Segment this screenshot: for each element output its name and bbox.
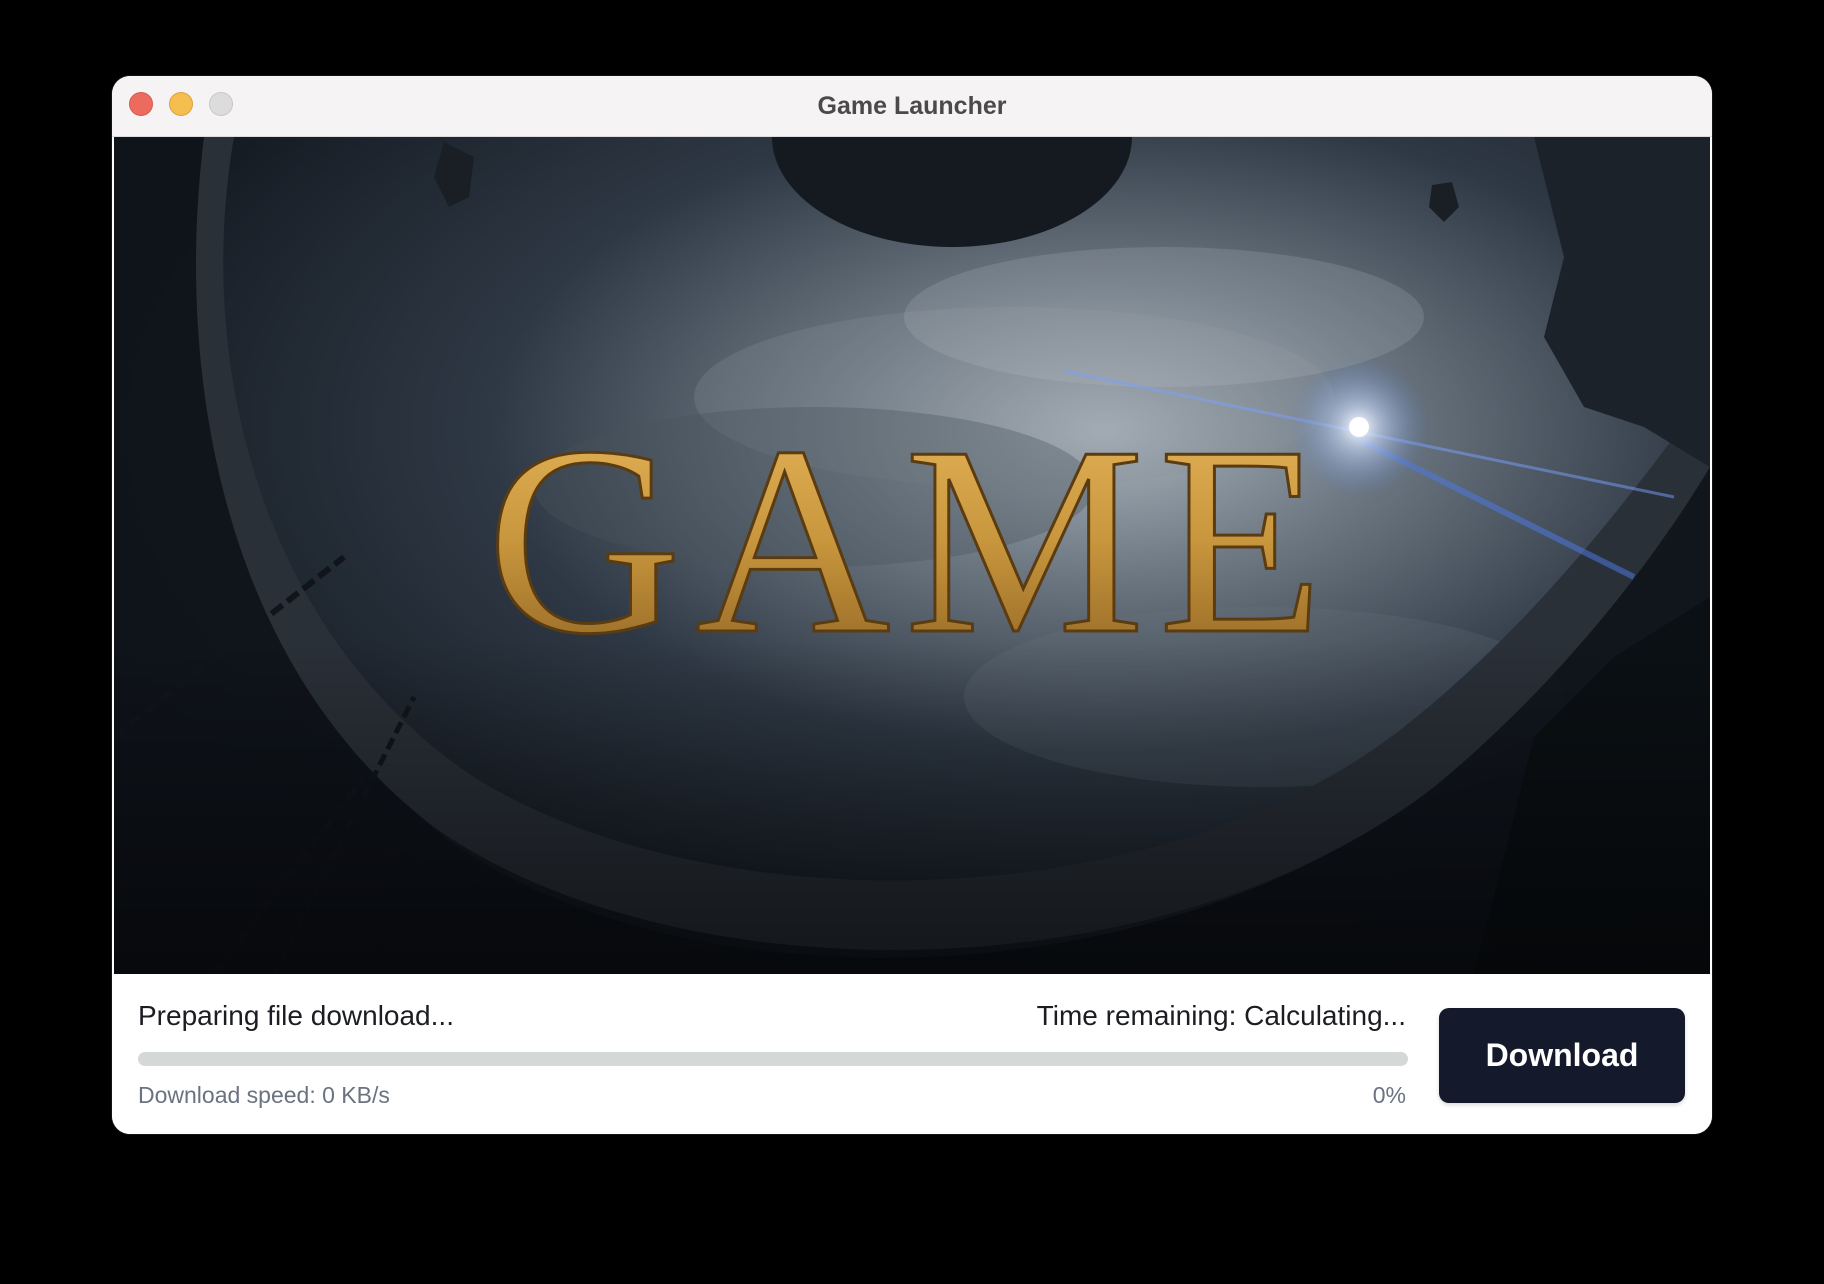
download-speed-text: Download speed: 0 KB/s [138, 1082, 390, 1108]
launcher-window: Game Launcher Preparing file download...… [112, 76, 1712, 1134]
download-button[interactable]: Download [1439, 1008, 1685, 1103]
game-banner-image: GAME [114, 137, 1710, 974]
download-progress-bar [138, 1052, 1408, 1066]
window-title: Game Launcher [817, 92, 1007, 120]
download-percent-text: 0% [1372, 1082, 1406, 1108]
title-bar[interactable]: Game Launcher [112, 76, 1712, 137]
download-status-text: Preparing file download... [138, 1000, 454, 1031]
download-panel: Preparing file download... Time remainin… [112, 974, 1712, 1134]
banner-artwork: GAME [114, 137, 1710, 974]
time-remaining-text: Time remaining: Calculating... [1036, 1000, 1406, 1031]
